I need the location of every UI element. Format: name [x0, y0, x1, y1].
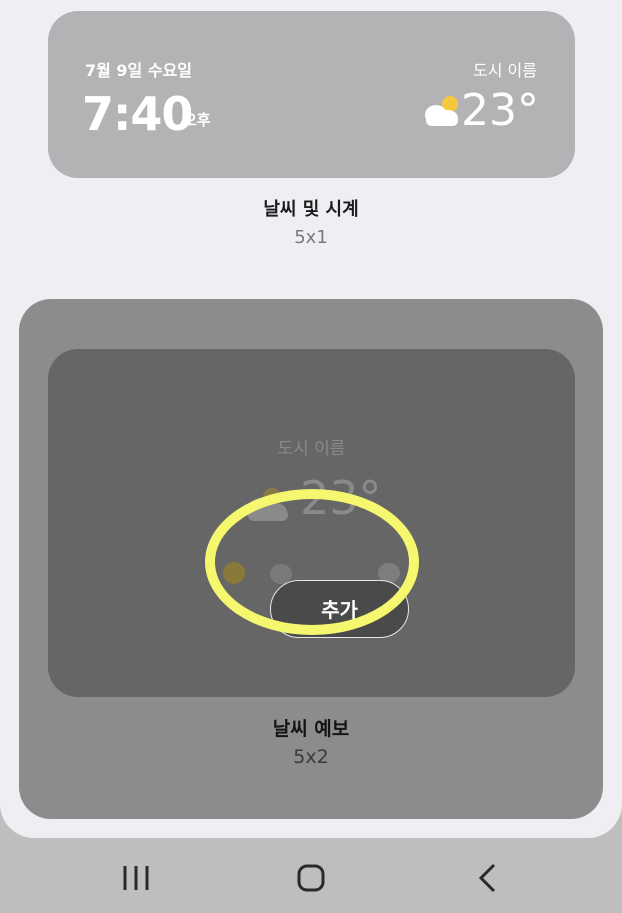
widget-city: 도시 이름 — [277, 439, 346, 459]
widget-city: 도시 이름 — [473, 61, 537, 80]
widget-date: 7월 9일 수요일 — [85, 61, 193, 80]
weather-clock-widget-preview[interactable]: 7월 9일 수요일 7:40 오후 도시 이름 23° — [48, 11, 575, 178]
widget-time: 7:40 — [82, 87, 193, 141]
widget-size: 5x1 — [294, 227, 328, 248]
widget-size: 5x2 — [293, 746, 329, 768]
back-icon[interactable] — [466, 858, 510, 898]
recents-icon[interactable] — [114, 858, 158, 898]
widget-ampm: 오후 — [183, 111, 211, 129]
home-icon[interactable] — [289, 858, 333, 898]
widget-name: 날씨 예보 — [272, 718, 350, 740]
widget-temperature: 23° — [461, 85, 539, 136]
navigation-bar — [0, 838, 622, 913]
partly-cloudy-icon — [425, 96, 458, 126]
widget-picker-sheet: 7월 9일 수요일 7:40 오후 도시 이름 23° 날씨 및 시계 5x1 … — [0, 0, 622, 838]
widget-name: 날씨 및 시계 — [263, 199, 359, 220]
highlight-ellipse — [205, 489, 419, 635]
